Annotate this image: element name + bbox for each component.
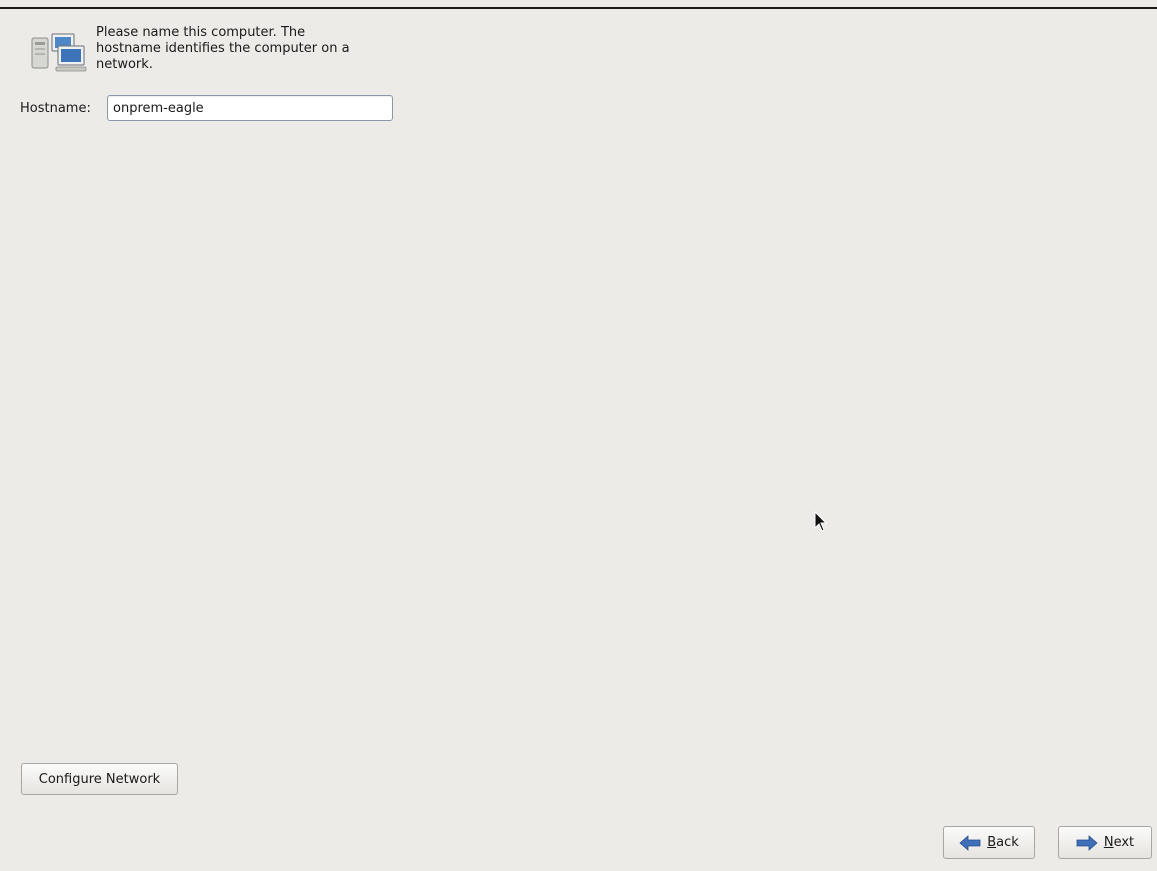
intro-line: hostname identifies the computer on a (96, 41, 350, 56)
hostname-label: Hostname: (20, 101, 91, 116)
arrow-left-icon (959, 834, 981, 851)
next-button[interactable]: Next (1058, 826, 1152, 859)
configure-network-label: Configure Network (38, 771, 161, 787)
configure-network-button[interactable]: Configure Network (21, 763, 178, 795)
mouse-pointer-icon (814, 511, 828, 532)
top-divider (0, 7, 1157, 9)
network-computers-icon (31, 33, 87, 72)
intro-text: Please name this computer. The hostname … (96, 25, 396, 73)
next-label: Next (1103, 835, 1135, 850)
intro-line: network. (96, 57, 153, 72)
back-button[interactable]: Back (943, 826, 1035, 859)
installer-screen: Please name this computer. The hostname … (0, 0, 1157, 871)
intro-line: Please name this computer. The (96, 25, 306, 40)
arrow-right-icon (1076, 834, 1098, 851)
hostname-input[interactable] (107, 95, 393, 121)
back-label: Back (987, 835, 1019, 850)
